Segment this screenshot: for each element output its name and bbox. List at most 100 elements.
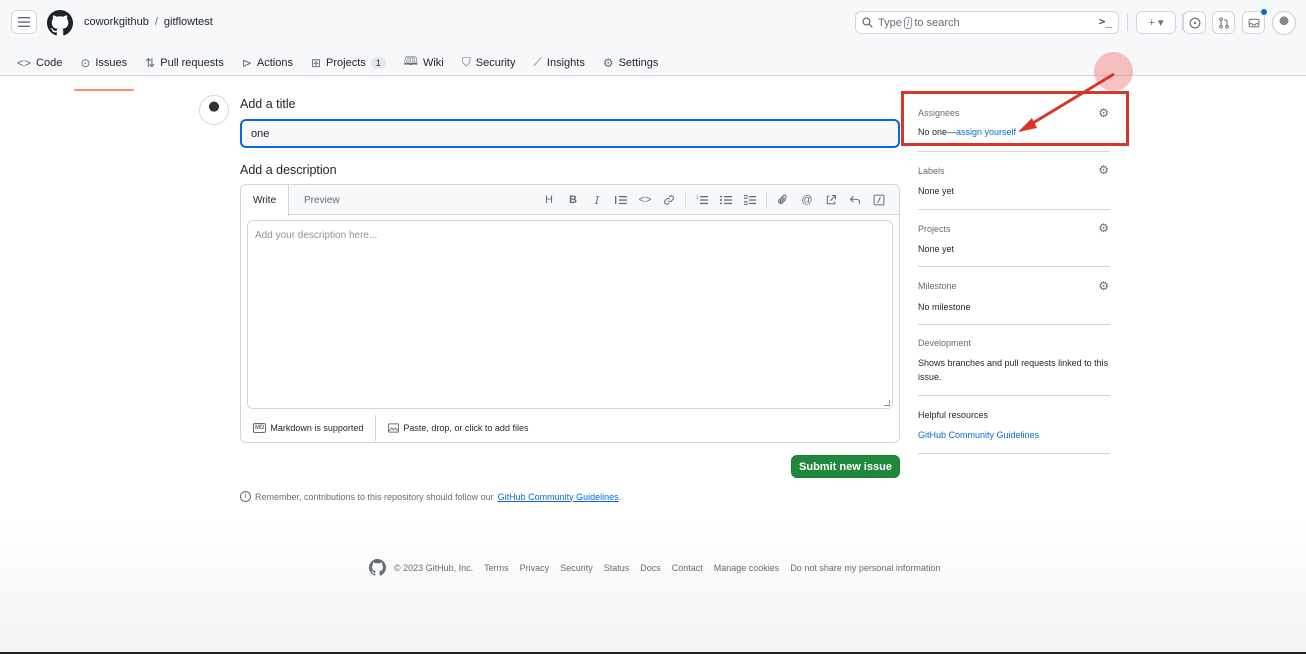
tab-security[interactable]: ⛉ Security xyxy=(462,50,523,82)
tab-issues-label: Issues xyxy=(95,56,128,69)
pull-requests-button[interactable] xyxy=(1212,11,1235,34)
footer-link-do-not-share[interactable]: Do not share my personal information xyxy=(790,563,940,573)
heading-button[interactable]: H xyxy=(537,192,561,208)
owner-link[interactable]: coworkgithub xyxy=(84,16,149,28)
tab-pull-requests-label: Pull requests xyxy=(160,56,224,69)
attach-button[interactable] xyxy=(771,192,795,208)
remember-end: . xyxy=(618,491,622,502)
info-icon: i xyxy=(240,491,251,502)
projects-value: None yet xyxy=(918,244,955,254)
saved-replies-button[interactable] xyxy=(843,192,867,208)
helpful-resources-section: Helpful resources GitHub Community Guide… xyxy=(918,396,1110,454)
remember-text: Remember, contributions to this reposito… xyxy=(255,491,494,502)
footer-link-status[interactable]: Status xyxy=(604,563,630,573)
tab-security-label: Security xyxy=(475,56,516,69)
tab-insights-label: Insights xyxy=(546,56,585,69)
hamburger-icon xyxy=(18,17,30,27)
menu-button[interactable] xyxy=(11,10,37,34)
svg-text:1: 1 xyxy=(696,195,699,200)
development-value: Shows branches and pull requests linked … xyxy=(918,358,1109,382)
task-list-button[interactable] xyxy=(738,192,762,208)
unordered-list-button[interactable] xyxy=(714,192,738,208)
projects-title[interactable]: Projects xyxy=(918,224,951,234)
footer-link-security[interactable]: Security xyxy=(560,563,593,573)
gear-icon: ⚙ xyxy=(602,55,614,70)
tab-settings[interactable]: ⚙ Settings xyxy=(603,50,666,82)
annotation-arrow-icon xyxy=(1018,72,1115,132)
footer-link-terms[interactable]: Terms xyxy=(484,563,509,573)
reference-button[interactable] xyxy=(819,192,843,208)
ordered-list-button[interactable]: 1 xyxy=(690,192,714,208)
search-suffix: to search xyxy=(914,16,960,29)
repo-link[interactable]: gitflowtest xyxy=(164,16,213,28)
image-icon xyxy=(388,423,400,433)
tab-wiki[interactable]: 🕮 Wiki xyxy=(404,50,451,82)
resize-handle[interactable] xyxy=(884,400,890,406)
github-logo-icon[interactable] xyxy=(47,10,73,36)
search-input[interactable]: Type / to search >_ xyxy=(855,11,1119,34)
task-list-icon xyxy=(744,195,756,205)
tab-pull-requests[interactable]: ⇅ Pull requests xyxy=(145,50,231,82)
tab-insights[interactable]: ⟋ Insights xyxy=(534,50,592,82)
toolbar-divider xyxy=(685,193,686,207)
description-textarea[interactable]: Add your description here... xyxy=(247,220,893,409)
community-guidelines-sidebar-link[interactable]: GitHub Community Guidelines xyxy=(918,430,1039,440)
footer-link-privacy[interactable]: Privacy xyxy=(520,563,550,573)
issue-opened-icon: ⊙ xyxy=(80,55,91,70)
submit-issue-button[interactable]: Submit new issue xyxy=(791,455,900,478)
user-avatar-menu[interactable] xyxy=(1272,11,1296,35)
milestone-title[interactable]: Milestone xyxy=(918,281,957,291)
footer-link-contact[interactable]: Contact xyxy=(672,563,703,573)
gear-icon[interactable]: ⚙ xyxy=(1098,163,1109,177)
code-icon: <> xyxy=(638,194,652,206)
description-editor: Write Preview H B I <> 1 @ Add your desc… xyxy=(240,184,900,443)
footer-link-docs[interactable]: Docs xyxy=(640,563,661,573)
markdown-supported-link[interactable]: MD Markdown is supported xyxy=(241,423,375,433)
graph-icon: ⟋ xyxy=(533,55,542,69)
breadcrumb-separator: / xyxy=(154,16,158,28)
labels-title[interactable]: Labels xyxy=(918,166,945,176)
tab-write[interactable]: Write xyxy=(241,185,290,216)
milestone-value: No milestone xyxy=(918,302,971,312)
plus-dropdown-label: + ▾ xyxy=(1148,17,1164,29)
community-guidelines-link[interactable]: GitHub Community Guidelines xyxy=(498,492,619,502)
table-icon: ⊞ xyxy=(310,55,322,70)
link-button[interactable] xyxy=(657,192,681,208)
italic-button[interactable]: I xyxy=(585,192,609,208)
footer-link-manage-cookies[interactable]: Manage cookies xyxy=(714,563,780,573)
mention-button[interactable]: @ xyxy=(795,192,819,208)
issue-title-input[interactable]: one xyxy=(240,119,900,148)
labels-value: None yet xyxy=(918,186,955,196)
breadcrumb: coworkgithub / gitflowtest xyxy=(84,16,213,28)
issues-button[interactable] xyxy=(1183,11,1206,34)
markdown-note: Markdown is supported xyxy=(270,423,364,433)
create-new-button[interactable]: + ▾ xyxy=(1136,11,1176,34)
tab-settings-label: Settings xyxy=(618,56,659,69)
bold-button[interactable]: B xyxy=(561,192,585,208)
attach-files-button[interactable]: Paste, drop, or click to add files xyxy=(376,423,540,433)
contribution-note: i Remember, contributions to this reposi… xyxy=(240,491,621,502)
slash-command-icon xyxy=(873,194,885,206)
author-avatar xyxy=(199,95,229,125)
slash-commands-button[interactable] xyxy=(867,192,891,208)
tab-projects[interactable]: ⊞ Projects 1 xyxy=(311,50,393,82)
search-icon xyxy=(862,17,873,28)
tab-actions[interactable]: ⊳ Actions xyxy=(242,50,300,82)
site-footer: © 2023 GitHub, Inc. Terms Privacy Securi… xyxy=(369,559,940,576)
gear-icon[interactable]: ⚙ xyxy=(1098,279,1109,293)
code-button[interactable]: <> xyxy=(633,192,657,208)
git-pull-request-icon xyxy=(1218,16,1229,29)
book-icon: 🕮 xyxy=(403,54,418,68)
paperclip-icon xyxy=(778,194,787,204)
git-pull-request-icon: ⇅ xyxy=(145,55,156,70)
command-palette-icon[interactable]: >_ xyxy=(1099,15,1112,28)
quote-button[interactable] xyxy=(609,192,633,208)
tab-preview[interactable]: Preview xyxy=(292,185,352,215)
gear-icon[interactable]: ⚙ xyxy=(1098,221,1109,235)
tab-issues[interactable]: ⊙ Issues xyxy=(74,50,135,91)
tab-code[interactable]: <> Code xyxy=(17,50,69,82)
mention-icon: @ xyxy=(801,194,813,206)
projects-section: Projects ⚙ None yet xyxy=(918,210,1110,267)
github-logo-icon[interactable] xyxy=(369,559,386,576)
tab-actions-label: Actions xyxy=(256,56,293,69)
